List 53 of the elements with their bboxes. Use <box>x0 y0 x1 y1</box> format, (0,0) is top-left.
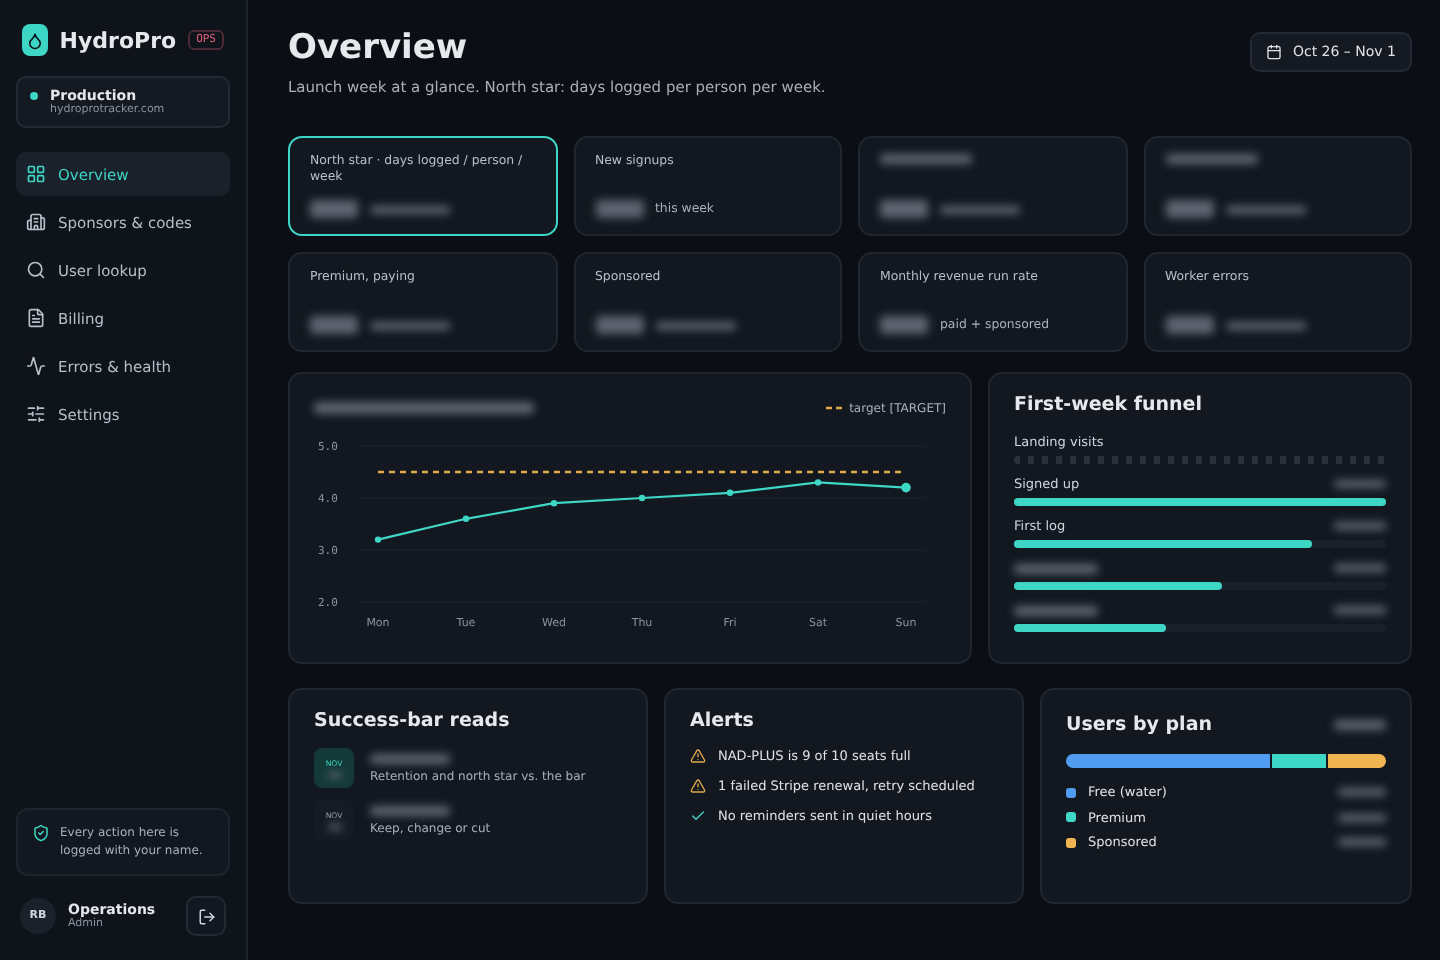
pulse-icon <box>26 356 46 376</box>
card-title: Success-bar reads <box>314 710 512 732</box>
document-icon <box>26 308 46 328</box>
calendar-icon <box>1266 44 1283 60</box>
blurred-value <box>1334 522 1386 530</box>
blurred-value <box>1334 564 1386 572</box>
blurred-value <box>595 316 643 334</box>
card-title: Alerts <box>690 710 756 732</box>
search-icon <box>26 260 46 280</box>
brand-name: HydroPro <box>59 27 177 53</box>
stat-card[interactable] <box>858 136 1127 236</box>
blurred-value <box>1334 606 1386 614</box>
blurred-value <box>1165 316 1213 334</box>
page-title: Overview <box>288 28 470 68</box>
blurred-value <box>1338 838 1386 847</box>
blurred-text <box>370 805 450 815</box>
data-point <box>374 536 382 543</box>
data-point <box>462 515 470 522</box>
data-point <box>726 489 734 496</box>
logout-icon <box>197 907 215 925</box>
stat-card[interactable] <box>1143 136 1412 236</box>
building-icon <box>26 212 46 232</box>
card-title: First-week funnel <box>1014 394 1204 416</box>
grid-icon <box>26 164 46 184</box>
warning-icon <box>690 778 706 794</box>
blurred-text <box>880 154 972 164</box>
dashed-line-icon <box>825 406 842 410</box>
shield-icon <box>32 824 50 842</box>
blurred-text <box>1014 605 1098 615</box>
blurred-value <box>1165 200 1213 218</box>
blurred-value <box>880 200 928 218</box>
data-point <box>638 494 646 502</box>
blurred-text <box>1014 563 1098 573</box>
check-icon <box>690 808 706 824</box>
data-point <box>901 482 911 493</box>
blurred-value <box>880 316 928 334</box>
blurred-text <box>1165 154 1257 164</box>
blurred-value <box>1338 813 1386 822</box>
blurred-value <box>1338 788 1386 797</box>
droplet-icon <box>22 24 48 56</box>
blurred-value <box>595 200 643 218</box>
blurred-value <box>310 316 358 334</box>
blurred-value <box>310 200 358 218</box>
card-title: Users by plan <box>1066 713 1212 735</box>
blurred-value <box>1334 480 1386 488</box>
blurred-text <box>1334 719 1386 729</box>
settings-icon <box>26 404 46 424</box>
data-point <box>550 500 558 507</box>
blurred-text <box>370 753 450 763</box>
logout-button[interactable] <box>186 896 226 936</box>
status-dot <box>30 92 38 100</box>
data-point <box>814 479 822 486</box>
warning-icon <box>690 748 706 764</box>
